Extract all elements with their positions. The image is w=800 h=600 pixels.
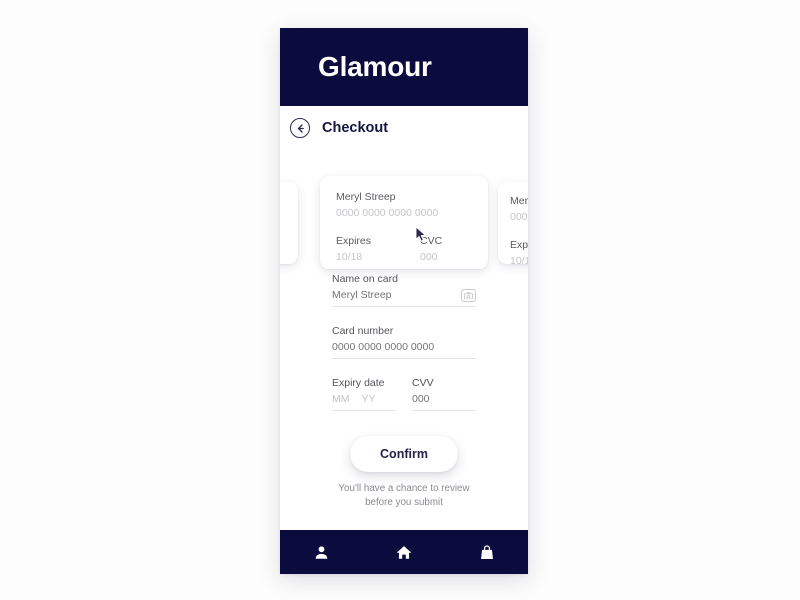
card-next-expires-value: 10/1 [510, 255, 528, 264]
person-icon [314, 545, 329, 560]
shopping-bag-icon [480, 544, 494, 560]
confirm-note-line-1: You'll have a chance to review [338, 483, 470, 494]
card-active[interactable]: Meryl Streep 0000 0000 0000 0000 Expires… [320, 176, 488, 269]
home-icon [396, 545, 412, 560]
expiry-month-input[interactable]: MM [332, 391, 350, 407]
page-canvas: Glamour Checkout Meryl Streep 0000 0000 … [0, 0, 800, 600]
expiry-inputs[interactable]: MM YY [332, 391, 396, 411]
confirm-button[interactable]: Confirm [350, 436, 458, 472]
brand-header: Glamour [280, 28, 528, 106]
card-next-meta-row: Expi 10/1 [510, 238, 528, 264]
card-meta-row: Expires 10/18 CVC 000 [336, 234, 472, 265]
card-cvc-group: CVC 000 [420, 234, 466, 265]
cvv-row [412, 391, 476, 411]
field-name-on-card: Name on card [332, 272, 476, 307]
card-next-number: 0000 [510, 211, 528, 223]
bottom-navigation-bar [280, 530, 528, 574]
card-expires-value: 10/18 [336, 251, 363, 263]
back-arrow-circle-icon[interactable] [290, 118, 310, 138]
cvv-input[interactable] [412, 391, 476, 407]
card-cvc-label: CVC [420, 235, 443, 247]
name-on-card-label: Name on card [332, 273, 398, 285]
card-number-row [332, 339, 476, 359]
card-next[interactable]: Mer 0000 Expi 10/1 [498, 182, 528, 264]
card-previous[interactable] [280, 182, 298, 264]
phone-screen: Glamour Checkout Meryl Streep 0000 0000 … [280, 28, 528, 574]
card-next-expires-group: Expi 10/1 [510, 238, 528, 264]
card-expires-group: Expires 10/18 [336, 234, 420, 265]
field-expiry-date: Expiry date MM YY [332, 376, 396, 411]
field-expiry-cvv-row: Expiry date MM YY CVV [332, 376, 476, 411]
brand-title: Glamour [318, 51, 432, 82]
card-number-input[interactable] [332, 339, 476, 355]
confirm-section: Confirm You'll have a chance to review b… [280, 436, 528, 510]
field-card-number: Card number [332, 324, 476, 359]
name-on-card-row [332, 287, 476, 307]
field-cvv: CVV [412, 376, 476, 411]
card-number-label: Card number [332, 325, 394, 337]
saved-cards-carousel[interactable]: Meryl Streep 0000 0000 0000 0000 Expires… [280, 152, 528, 269]
cvv-label: CVV [412, 377, 434, 389]
page-header-row: Checkout [280, 106, 528, 150]
card-next-name: Mer [510, 195, 528, 207]
card-number-masked: 0000 0000 0000 0000 [336, 207, 439, 219]
expiry-date-label: Expiry date [332, 377, 385, 389]
card-holder-name: Meryl Streep [336, 191, 396, 203]
card-next-expires-label: Expi [510, 239, 528, 251]
expiry-year-input[interactable]: YY [362, 391, 376, 407]
card-cvc-value: 000 [420, 251, 438, 263]
nav-item-account[interactable] [280, 545, 363, 560]
card-expires-label: Expires [336, 235, 372, 247]
camera-icon[interactable] [461, 289, 476, 302]
nav-item-home[interactable] [363, 545, 446, 560]
page-title: Checkout [322, 120, 389, 136]
name-on-card-input[interactable] [332, 287, 461, 303]
confirm-note-line-2: before you submit [365, 497, 443, 508]
nav-item-bag[interactable] [445, 544, 528, 560]
payment-form: Name on card Card number [332, 272, 476, 411]
